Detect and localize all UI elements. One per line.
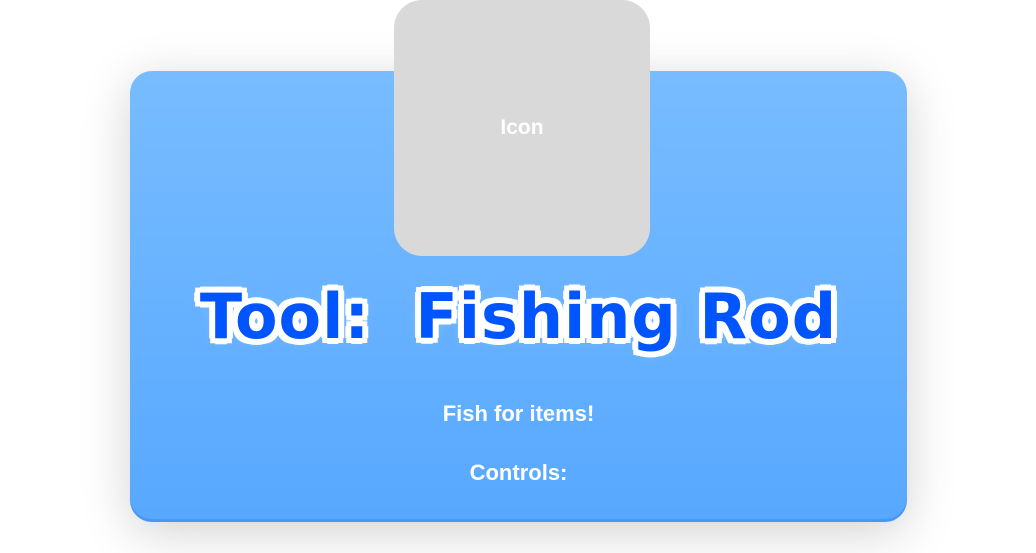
tool-icon-placeholder: Icon <box>394 0 650 256</box>
controls-label: Controls: <box>469 460 568 485</box>
tool-title: Tool: Fishing Rod <box>199 280 838 353</box>
tool-description: Fish for items! <box>442 401 595 426</box>
icon-label: Icon <box>500 116 544 139</box>
